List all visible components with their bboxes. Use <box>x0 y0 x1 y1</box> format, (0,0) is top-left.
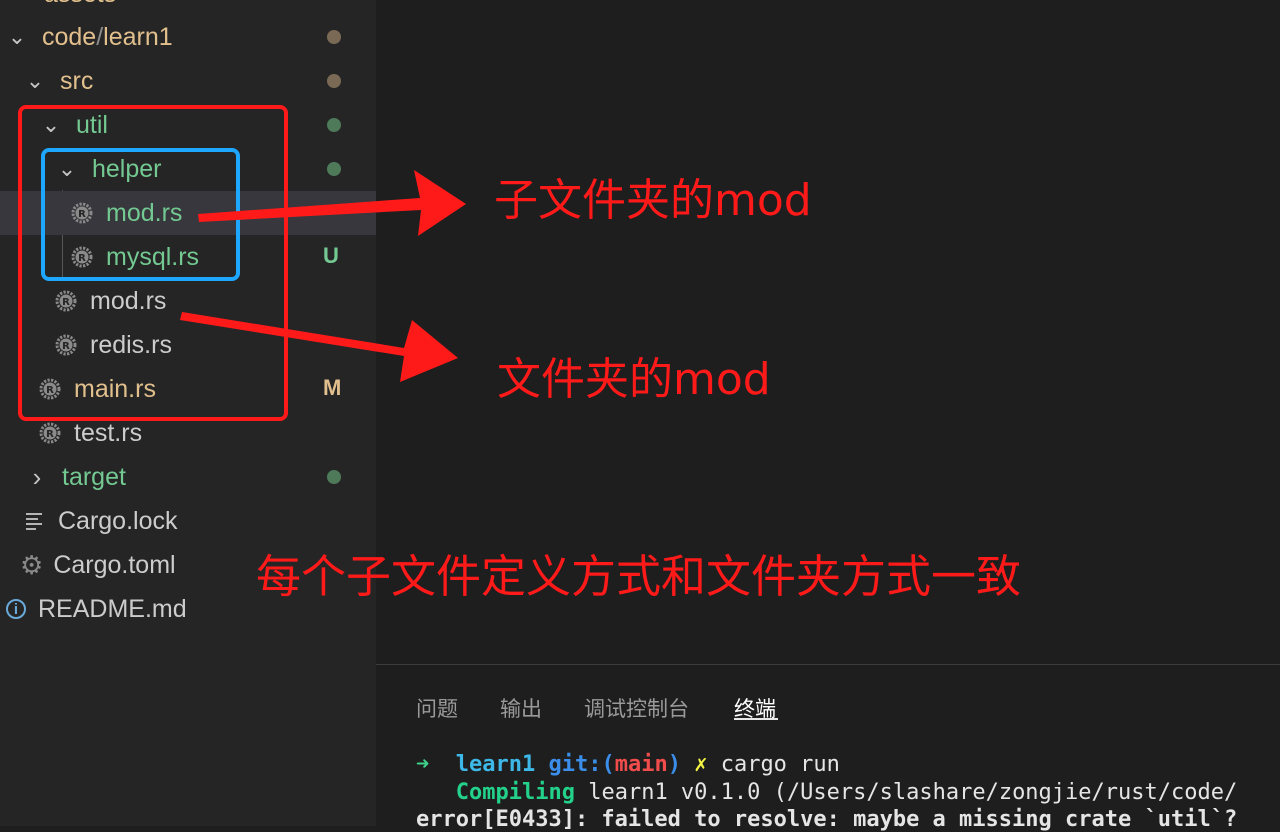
git-label: git:( <box>548 752 615 777</box>
svg-text:R: R <box>78 253 86 264</box>
rust-file-icon: R <box>70 201 94 225</box>
text-lines-icon <box>26 512 46 530</box>
tree-item-label-2: learn1 <box>103 22 173 51</box>
rust-file-icon: R <box>54 289 78 313</box>
tree-item-test-rs[interactable]: R test.rs <box>0 411 414 455</box>
tree-item-label: README.md <box>38 594 187 623</box>
untracked-dot <box>327 118 341 132</box>
prompt-arrow: ➜ <box>416 752 430 777</box>
tree-item-label: mysql.rs <box>106 242 200 271</box>
compiling-text: learn1 v0.1.0 (/Users/slashare/zongjie/r… <box>588 780 1238 805</box>
modified-badge: M <box>323 375 342 400</box>
dirty-marker: ✗ <box>694 752 708 777</box>
tree-item-label: mod.rs <box>90 286 167 315</box>
tree-item-label: test.rs <box>74 418 143 447</box>
untracked-dot <box>327 470 341 484</box>
tree-item-label: redis.rs <box>90 330 172 359</box>
info-icon: i <box>6 599 26 619</box>
tree-item-src[interactable]: ⌄ src <box>0 59 400 103</box>
tree-item-main-rs[interactable]: R main.rs M <box>0 367 414 411</box>
chevron-right-icon: › <box>32 461 42 492</box>
chevron-down-icon: ⌄ <box>41 112 61 137</box>
annotation-folder-mod: 文件夹的mod <box>497 354 771 405</box>
annotation-sub-folder-mod: 子文件夹的mod <box>494 175 812 226</box>
tree-item-helper[interactable]: ⌄ helper <box>0 147 432 191</box>
tree-item-label: assets <box>44 0 116 9</box>
modified-dot <box>327 74 341 88</box>
rust-file-icon: R <box>38 421 62 445</box>
annotation-consistent: 每个子文件定义方式和文件夹方式一致 <box>256 550 1022 603</box>
rust-file-icon: R <box>38 377 62 401</box>
tab-debug-console[interactable]: 调试控制台 <box>584 693 689 723</box>
untracked-badge: U <box>323 243 339 268</box>
terminal-line-error: error[E0433]: failed to resolve: maybe a… <box>416 807 1237 832</box>
tree-item-assets[interactable]: › assets <box>0 0 384 16</box>
tree-item-label: mod.rs <box>106 198 183 227</box>
git-branch: main <box>614 752 668 777</box>
tree-item-label: main.rs <box>74 374 156 403</box>
rust-file-icon: R <box>54 333 78 357</box>
explorer-sidebar: › assets ⌄ code / learn1 ⌄ src ⌄ util ⌄ … <box>0 0 446 826</box>
tab-output[interactable]: 输出 <box>500 693 542 723</box>
svg-text:R: R <box>46 429 54 440</box>
terminal-line-compiling: Compiling learn1 v0.1.0 (/Users/slashare… <box>416 780 1237 805</box>
git-close: ) <box>667 752 681 777</box>
modified-dot <box>327 30 341 44</box>
chevron-down-icon: ⌄ <box>57 156 77 181</box>
rust-file-icon: R <box>70 245 94 269</box>
tree-item-redis-rs[interactable]: R redis.rs <box>0 323 430 367</box>
tree-item-label: target <box>62 462 126 491</box>
path-separator: / <box>96 22 104 51</box>
chevron-down-icon: ⌄ <box>25 68 45 93</box>
tab-problems[interactable]: 问题 <box>416 693 458 723</box>
tree-item-code-learn1[interactable]: ⌄ code / learn1 <box>0 15 382 59</box>
active-tab-underline <box>734 718 778 720</box>
untracked-dot <box>327 162 341 176</box>
tree-item-label: code <box>42 22 97 51</box>
tree-item-label: util <box>76 110 108 139</box>
svg-text:R: R <box>62 297 70 308</box>
svg-text:R: R <box>78 209 86 220</box>
compiling-label: Compiling <box>455 780 575 805</box>
chevron-down-icon: ⌄ <box>7 24 27 49</box>
tree-item-label: src <box>60 66 94 95</box>
terminal-line-prompt: ➜ learn1 git:(main) ✗ cargo run <box>416 752 840 777</box>
gear-icon: ⚙ <box>20 549 44 580</box>
tree-item-util[interactable]: ⌄ util <box>0 103 416 147</box>
chevron-right-icon: › <box>8 0 30 6</box>
tree-item-label: helper <box>92 154 162 183</box>
command-text: cargo run <box>720 752 840 777</box>
tree-item-util-mod-rs[interactable]: R mod.rs <box>0 279 430 323</box>
error-text: error[E0433]: failed to resolve: maybe a… <box>416 807 1238 832</box>
tree-item-label: Cargo.toml <box>53 550 176 579</box>
svg-text:R: R <box>62 341 70 352</box>
svg-text:R: R <box>46 385 54 396</box>
tree-item-target[interactable]: › target <box>0 455 402 499</box>
tree-item-cargo-lock[interactable]: Cargo.lock <box>0 499 402 543</box>
prompt-dir: learn1 <box>455 752 536 777</box>
tree-item-label: Cargo.lock <box>58 506 178 535</box>
